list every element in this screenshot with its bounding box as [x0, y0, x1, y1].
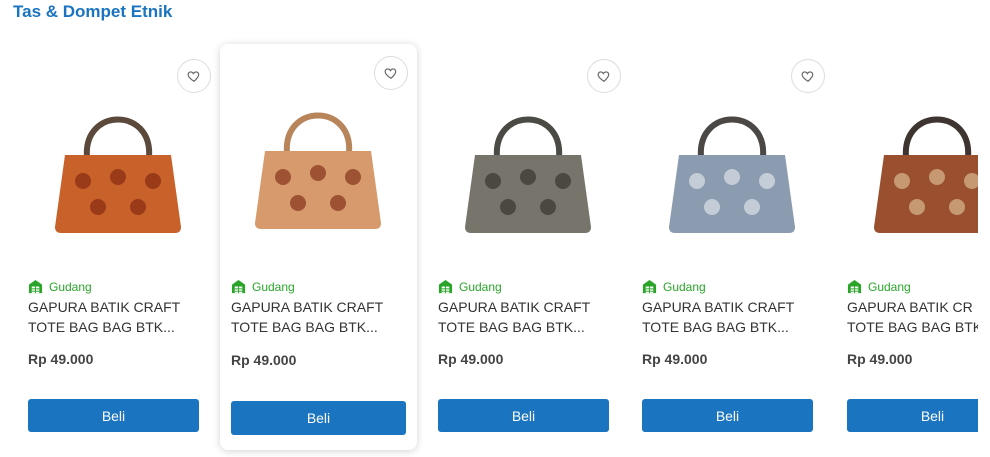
bag-handle	[697, 116, 767, 158]
product-name-line2: TOTE BAG BAG BTK...	[642, 319, 789, 335]
product-image[interactable]	[228, 70, 408, 260]
buy-button[interactable]: Beli	[847, 399, 978, 432]
product-name[interactable]: GAPURA BATIK CRAFT TOTE BAG BAG BTK...	[438, 297, 616, 337]
warehouse-icon	[231, 279, 246, 294]
tote-bag-image	[874, 116, 978, 233]
product-price: Rp 49.000	[438, 351, 504, 367]
bag-handle	[283, 112, 353, 154]
store-badge: Gudang	[231, 279, 295, 294]
product-price: Rp 49.000	[642, 351, 708, 367]
product-name-line2: TOTE BAG BAG BTK	[847, 319, 978, 335]
product-name-line1: GAPURA BATIK CRAFT	[438, 299, 591, 315]
tote-bag-image	[669, 116, 795, 233]
product-name-line2: TOTE BAG BAG BTK...	[28, 319, 175, 335]
buy-button[interactable]: Beli	[231, 401, 406, 435]
product-card[interactable]: Gudang GAPURA BATIK CRAFT TOTE BAG BAG B…	[20, 46, 217, 448]
product-name[interactable]: GAPURA BATIK CRAFT TOTE BAG BAG BTK...	[642, 297, 820, 337]
product-name-line1: GAPURA BATIK CRAFT	[642, 299, 795, 315]
store-badge: Gudang	[28, 279, 92, 294]
product-image[interactable]	[847, 74, 978, 264]
tote-bag-image	[55, 116, 181, 233]
buy-button[interactable]: Beli	[642, 399, 813, 432]
store-label: Gudang	[663, 279, 706, 294]
product-name-line2: TOTE BAG BAG BTK...	[438, 319, 585, 335]
product-image[interactable]	[438, 74, 618, 264]
product-card[interactable]: Gudang GAPURA BATIK CRAFT TOTE BAG BAG B…	[430, 46, 627, 448]
warehouse-icon	[28, 279, 43, 294]
store-badge: Gudang	[847, 279, 911, 294]
product-name-line1: GAPURA BATIK CRAFT	[231, 299, 384, 315]
buy-button[interactable]: Beli	[438, 399, 609, 432]
store-label: Gudang	[252, 279, 295, 294]
bag-body	[255, 151, 381, 229]
bag-body	[669, 155, 795, 233]
warehouse-icon	[847, 279, 862, 294]
bag-body	[874, 155, 978, 233]
product-carousel: Gudang GAPURA BATIK CRAFT TOTE BAG BAG B…	[0, 0, 978, 457]
store-label: Gudang	[49, 279, 92, 294]
warehouse-icon	[438, 279, 453, 294]
product-name[interactable]: GAPURA BATIK CRAFT TOTE BAG BAG BTK...	[231, 297, 409, 337]
store-label: Gudang	[459, 279, 502, 294]
buy-button[interactable]: Beli	[28, 399, 199, 432]
product-name-line1: GAPURA BATIK CRAFT	[28, 299, 181, 315]
store-badge: Gudang	[642, 279, 706, 294]
product-price: Rp 49.000	[231, 352, 297, 368]
bag-handle	[83, 116, 153, 158]
product-card[interactable]: Gudang GAPURA BATIK CRAFT TOTE BAG BAG B…	[220, 44, 417, 450]
product-name-line1: GAPURA BATIK CR	[847, 299, 973, 315]
bag-handle	[902, 116, 972, 158]
bag-body	[465, 155, 591, 233]
product-name[interactable]: GAPURA BATIK CR TOTE BAG BAG BTK	[847, 297, 978, 337]
product-image[interactable]	[28, 74, 208, 264]
warehouse-icon	[642, 279, 657, 294]
product-price: Rp 49.000	[847, 351, 913, 367]
bag-handle	[493, 116, 563, 158]
product-image[interactable]	[642, 74, 822, 264]
product-card[interactable]: Gudang GAPURA BATIK CRAFT TOTE BAG BAG B…	[634, 46, 831, 448]
tote-bag-image	[255, 112, 381, 229]
product-name-line2: TOTE BAG BAG BTK...	[231, 319, 378, 335]
store-badge: Gudang	[438, 279, 502, 294]
product-name[interactable]: GAPURA BATIK CRAFT TOTE BAG BAG BTK...	[28, 297, 206, 337]
bag-body	[55, 155, 181, 233]
product-price: Rp 49.000	[28, 351, 94, 367]
tote-bag-image	[465, 116, 591, 233]
store-label: Gudang	[868, 279, 911, 294]
product-card[interactable]: Gudang GAPURA BATIK CR TOTE BAG BAG BTK …	[839, 46, 978, 448]
